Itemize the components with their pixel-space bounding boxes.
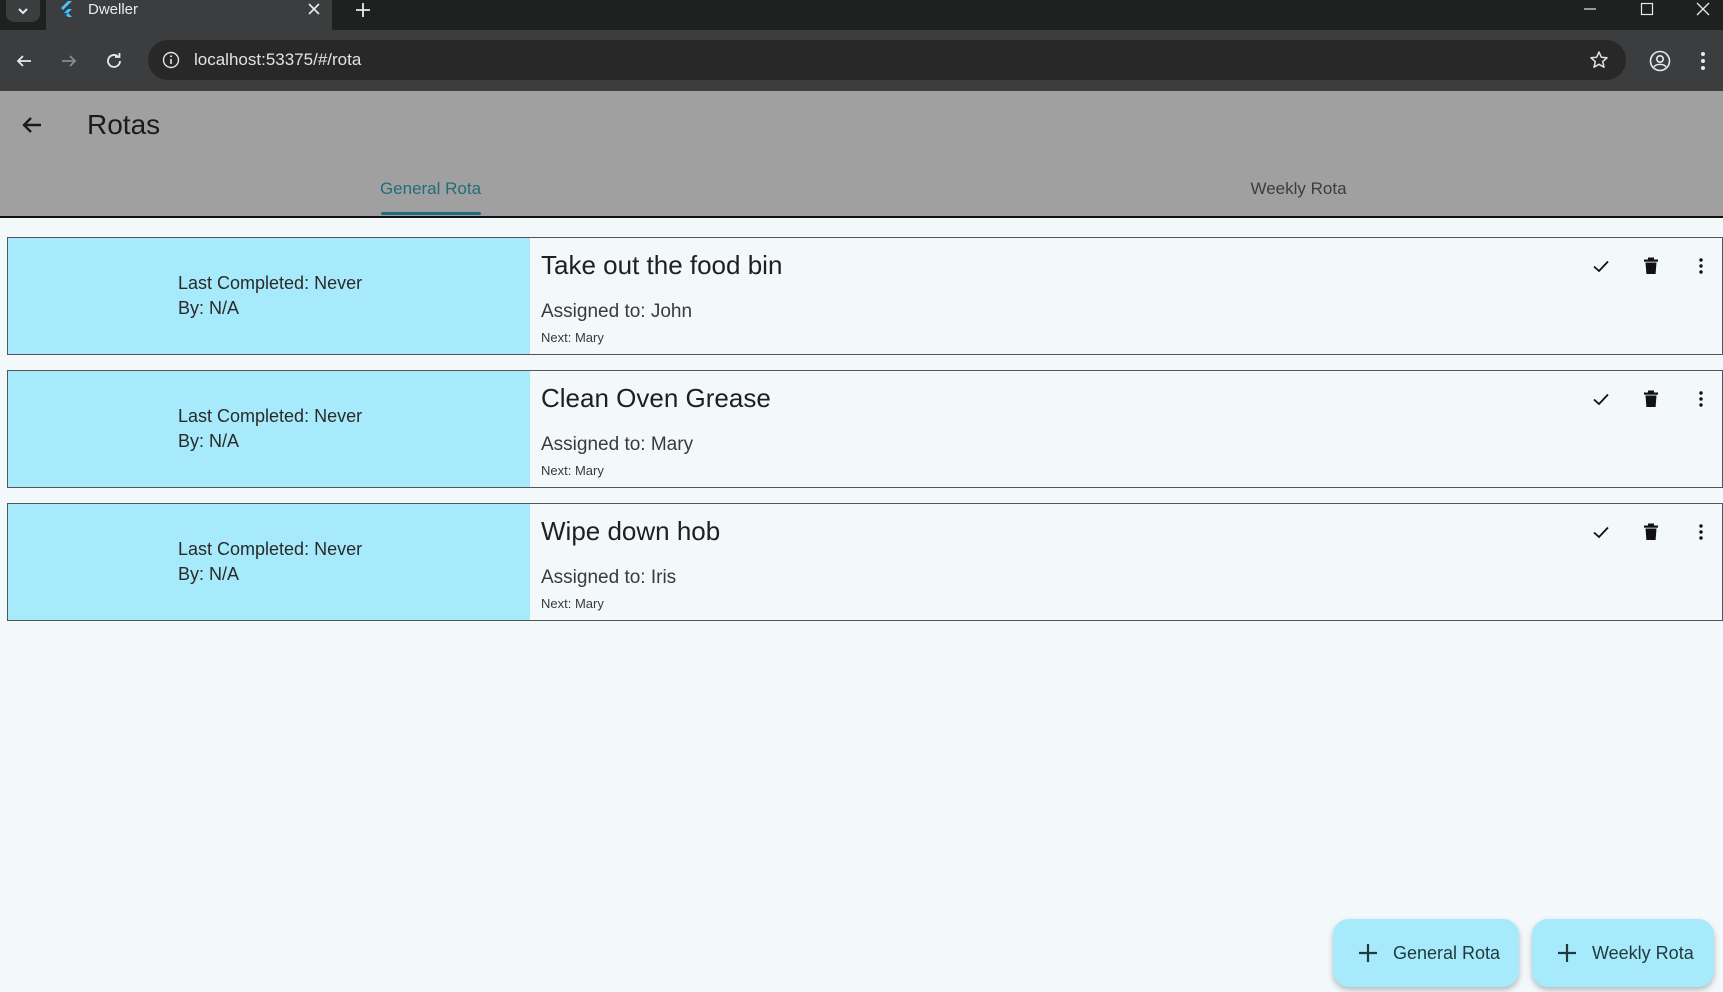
rota-status-panel: Last Completed: Never By: N/A (8, 371, 530, 487)
tab-divider (0, 216, 1723, 218)
rota-title: Take out the food bin (541, 250, 783, 280)
rota-next: Next: Mary (541, 596, 604, 611)
tab-weekly-rota[interactable]: Weekly Rota (868, 161, 1723, 216)
trash-icon (1644, 390, 1658, 407)
close-window-button[interactable] (1683, 0, 1723, 18)
plus-icon (1558, 944, 1576, 962)
chevron-down-icon (18, 8, 28, 15)
delete-button[interactable] (1635, 250, 1667, 282)
rota-title: Wipe down hob (541, 516, 721, 546)
browser-reload-button[interactable] (97, 44, 131, 78)
browser-back-button[interactable] (7, 44, 41, 78)
completed-by-text: By: N/A (178, 298, 240, 318)
rota-next: Next: Mary (541, 330, 604, 345)
rota-card[interactable]: Last Completed: Never By: N/A Wipe down … (7, 503, 1723, 621)
rota-assigned: Assigned to: John (541, 301, 693, 322)
maximize-icon (1640, 2, 1654, 16)
last-completed-text: Last Completed: Never (178, 406, 363, 426)
browser-tab-dweller[interactable]: Dweller (46, 0, 332, 30)
rota-title: Clean Oven Grease (541, 383, 771, 413)
complete-button[interactable] (1585, 383, 1617, 415)
site-info-icon[interactable] (158, 47, 184, 73)
browser-tab-title: Dweller (88, 0, 139, 18)
arrow-back-icon (22, 117, 41, 133)
trash-icon (1644, 523, 1658, 540)
add-weekly-rota-button[interactable]: Weekly Rota (1532, 919, 1714, 987)
address-url[interactable]: localhost:53375/#/rota (194, 50, 1584, 70)
rota-tabs: General Rota Weekly Rota (0, 161, 1723, 218)
flutter-favicon-icon (61, 1, 72, 17)
more-options-button[interactable] (1685, 516, 1717, 548)
profile-button[interactable] (1643, 44, 1677, 78)
more-options-button[interactable] (1685, 383, 1717, 415)
maximize-window-button[interactable] (1627, 0, 1667, 18)
reload-icon (107, 53, 121, 68)
tab-weekly-rota-label: Weekly Rota (1250, 178, 1347, 198)
page-title: Rotas (87, 109, 161, 140)
complete-button[interactable] (1585, 516, 1617, 548)
add-weekly-rota-label: Weekly Rota (1592, 942, 1694, 963)
arrow-right-icon (62, 55, 77, 67)
tab-general-rota[interactable]: General Rota (0, 161, 861, 216)
check-icon (1593, 526, 1609, 539)
back-button[interactable] (14, 107, 50, 143)
browser-toolbar: localhost:53375/#/rota (0, 30, 1723, 91)
rota-card[interactable]: Last Completed: Never By: N/A Take out t… (7, 237, 1723, 355)
trash-icon (1644, 257, 1658, 274)
tab-general-rota-label: General Rota (379, 178, 482, 198)
rota-details: Wipe down hob Assigned to: Iris Next: Ma… (530, 504, 1722, 620)
close-tab-icon[interactable] (304, 0, 324, 19)
active-tab-indicator (381, 212, 481, 215)
add-general-rota-button[interactable]: General Rota (1333, 919, 1519, 987)
new-tab-button[interactable] (350, 0, 376, 20)
last-completed-text: Last Completed: Never (178, 539, 363, 559)
plus-icon (356, 3, 370, 17)
rota-card[interactable]: Last Completed: Never By: N/A Clean Oven… (7, 370, 1723, 488)
rota-status-panel: Last Completed: Never By: N/A (8, 504, 530, 620)
delete-button[interactable] (1635, 516, 1667, 548)
bookmark-star-icon[interactable] (1584, 45, 1614, 75)
browser-forward-button[interactable] (52, 44, 86, 78)
app-bar: Rotas General Rota Weekly Rota (0, 91, 1723, 218)
rota-details: Clean Oven Grease Assigned to: Mary Next… (530, 371, 1722, 487)
rota-assigned: Assigned to: Mary (541, 434, 694, 455)
browser-tabstrip: Dweller (0, 0, 1723, 30)
close-icon (1696, 2, 1710, 16)
add-general-rota-label: General Rota (1393, 942, 1501, 963)
rota-status-panel: Last Completed: Never By: N/A (8, 238, 530, 354)
rota-details: Take out the food bin Assigned to: John … (530, 238, 1722, 354)
more-options-button[interactable] (1685, 250, 1717, 282)
account-circle-icon (1649, 50, 1671, 72)
arrow-left-icon (16, 55, 31, 67)
check-icon (1593, 393, 1609, 406)
address-bar[interactable]: localhost:53375/#/rota (148, 40, 1626, 80)
more-vert-icon (1699, 258, 1703, 274)
complete-button[interactable] (1585, 250, 1617, 282)
check-icon (1593, 260, 1609, 273)
more-vert-icon (1699, 391, 1703, 407)
completed-by-text: By: N/A (178, 564, 240, 584)
rota-next: Next: Mary (541, 463, 604, 478)
more-vert-icon (1699, 524, 1703, 540)
tab-search-button[interactable] (6, 0, 40, 22)
more-vert-icon (1701, 52, 1705, 70)
last-completed-text: Last Completed: Never (178, 273, 363, 293)
rota-assigned: Assigned to: Iris (541, 567, 677, 588)
minimize-window-button[interactable] (1570, 0, 1610, 18)
completed-by-text: By: N/A (178, 431, 240, 451)
browser-menu-button[interactable] (1688, 44, 1718, 78)
plus-icon (1359, 944, 1377, 962)
minimize-icon (1584, 8, 1596, 10)
delete-button[interactable] (1635, 383, 1667, 415)
